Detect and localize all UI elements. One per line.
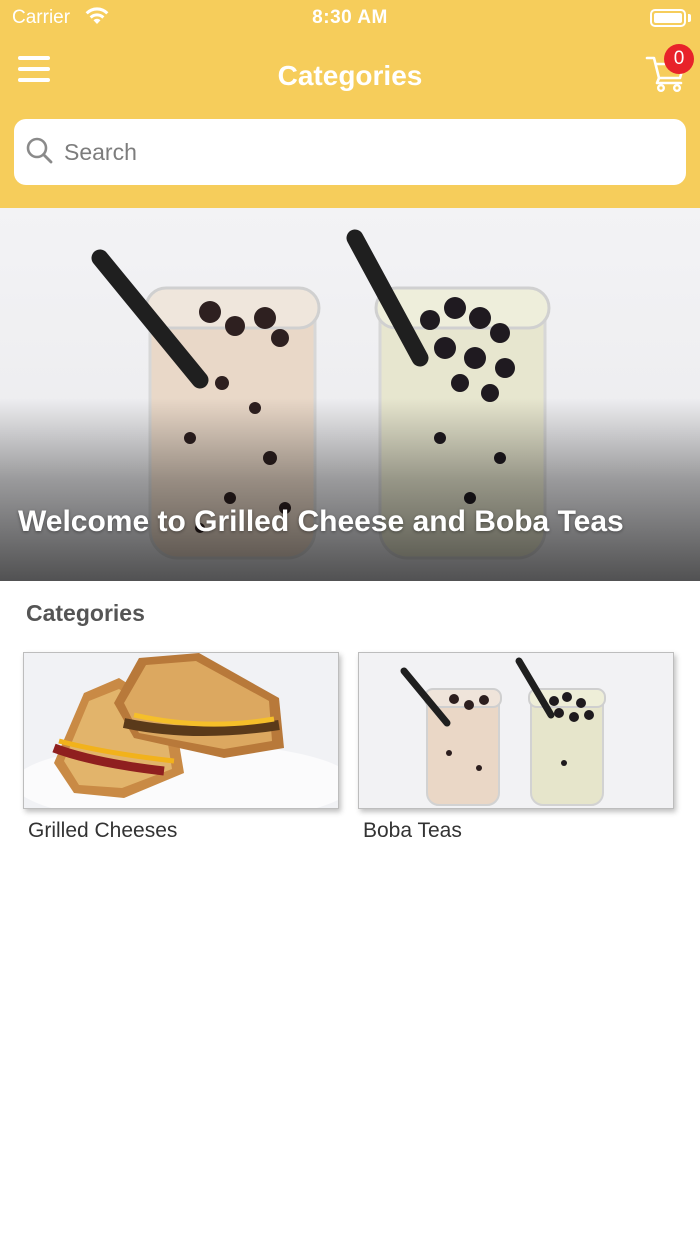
category-label: Grilled Cheeses xyxy=(28,819,178,842)
search-icon xyxy=(26,137,54,170)
category-card-grilled-cheeses[interactable]: Grilled Cheeses xyxy=(23,652,339,843)
header-bar: Carrier 8:30 AM Categories 0 xyxy=(0,0,700,208)
search-bar[interactable] xyxy=(14,119,686,185)
page-title: Categories xyxy=(277,60,423,91)
cart-count-badge: 0 xyxy=(664,44,694,74)
hero-gradient-overlay xyxy=(0,398,700,581)
hero-banner[interactable]: Welcome to Grilled Cheese and Boba Teas xyxy=(0,208,700,581)
status-bar: Carrier 8:30 AM xyxy=(0,0,700,36)
category-card-boba-teas[interactable]: Boba Teas xyxy=(358,652,674,843)
category-label: Boba Teas xyxy=(363,819,462,842)
section-title: Categories xyxy=(26,600,145,626)
hero-title: Welcome to Grilled Cheese and Boba Teas xyxy=(18,505,624,538)
battery-icon xyxy=(650,9,686,27)
search-input[interactable] xyxy=(62,119,662,185)
battery-tip xyxy=(688,14,691,22)
boba-teas-photo xyxy=(358,652,674,809)
grilled-cheese-photo xyxy=(23,652,339,809)
clock: 8:30 AM xyxy=(312,7,388,28)
